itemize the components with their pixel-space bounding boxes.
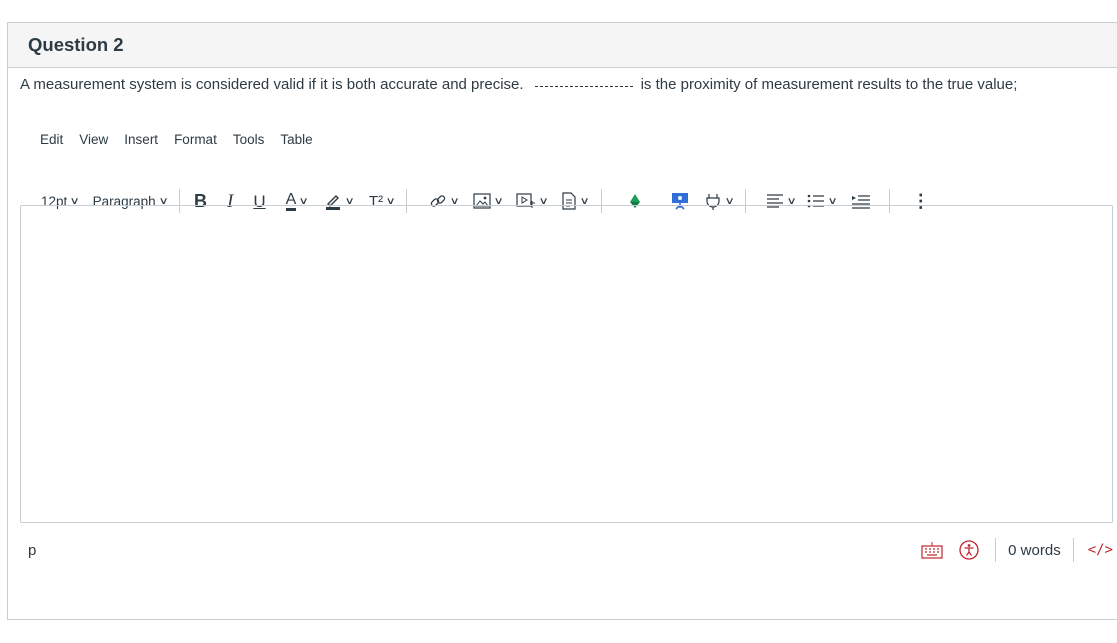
question-header: Question 2 [8,23,1117,68]
statusbar-right: 0 words </> [921,538,1113,562]
editor-statusbar: p 0 words </> [20,532,1113,568]
question-title: Question 2 [28,34,124,55]
menu-table[interactable]: Table [272,132,320,147]
element-path[interactable]: p [28,542,36,559]
word-count[interactable]: 0 words [996,542,1073,559]
html-editor-toggle[interactable]: </> [1074,542,1113,558]
rich-text-editor-area[interactable] [20,205,1113,523]
menu-insert[interactable]: Insert [116,132,166,147]
menu-format[interactable]: Format [166,132,225,147]
editor-menubar: Edit View Insert Format Tools Table [32,132,321,147]
question-text: A measurement system is considered valid… [20,76,1017,93]
accessibility-icon [959,540,979,560]
keyboard-icon [921,542,943,559]
question-text-after: is the proximity of measurement results … [640,76,1018,93]
menu-view[interactable]: View [71,132,116,147]
accessibility-checker-button[interactable] [959,540,979,560]
question-text-before: A measurement system is considered valid… [20,76,524,93]
menu-edit[interactable]: Edit [32,132,71,147]
menu-tools[interactable]: Tools [225,132,273,147]
fill-in-blank [534,86,633,87]
keyboard-shortcuts-button[interactable] [921,541,943,559]
